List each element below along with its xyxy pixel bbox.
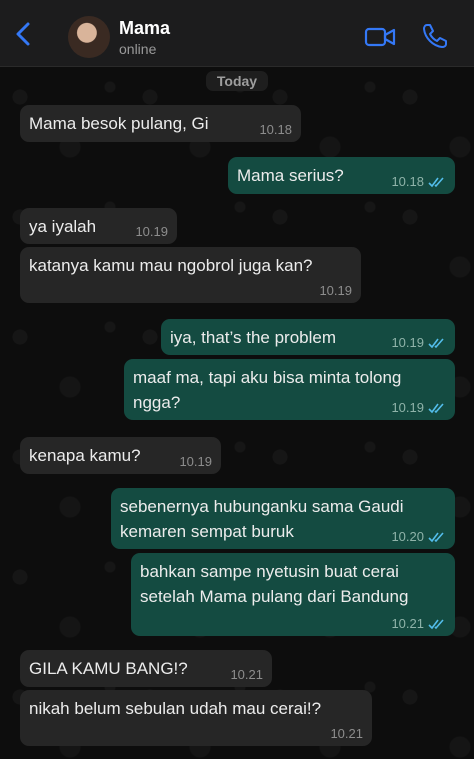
message-bubble[interactable]: katanya kamu mau ngobrol juga kan? 10.19 (20, 247, 361, 303)
message-bubble[interactable]: Mama besok pulang, Gi 10.18 (20, 105, 301, 142)
message-time: 10.19 (319, 283, 352, 298)
date-separator: Today (206, 71, 268, 91)
message-list[interactable]: Today Mama besok pulang, Gi 10.18 Mama s… (0, 67, 474, 759)
message-bubble[interactable]: GILA KAMU BANG!? 10.21 (20, 650, 272, 687)
message-time: 10.18 (259, 122, 292, 137)
message-time: 10.19 (179, 454, 212, 469)
double-check-icon (428, 531, 444, 542)
message-bubble[interactable]: maaf ma, tapi aku bisa minta tolong ngga… (124, 359, 455, 420)
message-bubble[interactable]: kenapa kamu? 10.19 (20, 437, 221, 474)
double-check-icon (428, 337, 444, 348)
message-time: 10.19 (135, 224, 168, 239)
chat-header: Mama online (0, 0, 474, 67)
contact-status: online (119, 41, 157, 57)
message-time: 10.19 (391, 400, 424, 415)
double-check-icon (428, 618, 444, 629)
message-time: 10.21 (330, 726, 363, 741)
message-text: maaf ma, tapi aku bisa minta tolong ngga… (133, 368, 402, 412)
message-text: nikah belum sebulan udah mau cerai!? (29, 699, 322, 718)
message-text: katanya kamu mau ngobrol juga kan? (29, 256, 313, 275)
phone-icon[interactable] (421, 22, 449, 50)
double-check-icon (428, 176, 444, 187)
message-time: 10.19 (391, 335, 424, 350)
message-bubble[interactable]: nikah belum sebulan udah mau cerai!? 10.… (20, 690, 372, 746)
message-time: 10.18 (391, 174, 424, 189)
message-time: 10.20 (391, 529, 424, 544)
message-bubble[interactable]: Mama serius? 10.18 (228, 157, 455, 194)
message-bubble[interactable]: sebenernya hubunganku sama Gaudi kemaren… (111, 488, 455, 549)
message-text: sebenernya hubunganku sama Gaudi kemaren… (120, 497, 404, 541)
contact-avatar[interactable] (68, 16, 110, 58)
back-chevron-icon[interactable] (10, 20, 38, 48)
message-text: GILA KAMU BANG!? (29, 659, 188, 678)
message-bubble[interactable]: iya, that’s the problem 10.19 (161, 319, 455, 355)
video-camera-icon[interactable] (364, 26, 396, 48)
message-bubble[interactable]: bahkan sampe nyetusin buat cerai setelah… (131, 553, 455, 636)
double-check-icon (428, 402, 444, 413)
message-time: 10.21 (230, 667, 263, 682)
message-text: bahkan sampe nyetusin buat cerai setelah… (140, 562, 409, 606)
contact-name[interactable]: Mama (119, 18, 170, 39)
message-bubble[interactable]: ya iyalah 10.19 (20, 208, 177, 244)
message-text: Mama besok pulang, Gi (29, 114, 209, 133)
message-time: 10.21 (391, 616, 424, 631)
